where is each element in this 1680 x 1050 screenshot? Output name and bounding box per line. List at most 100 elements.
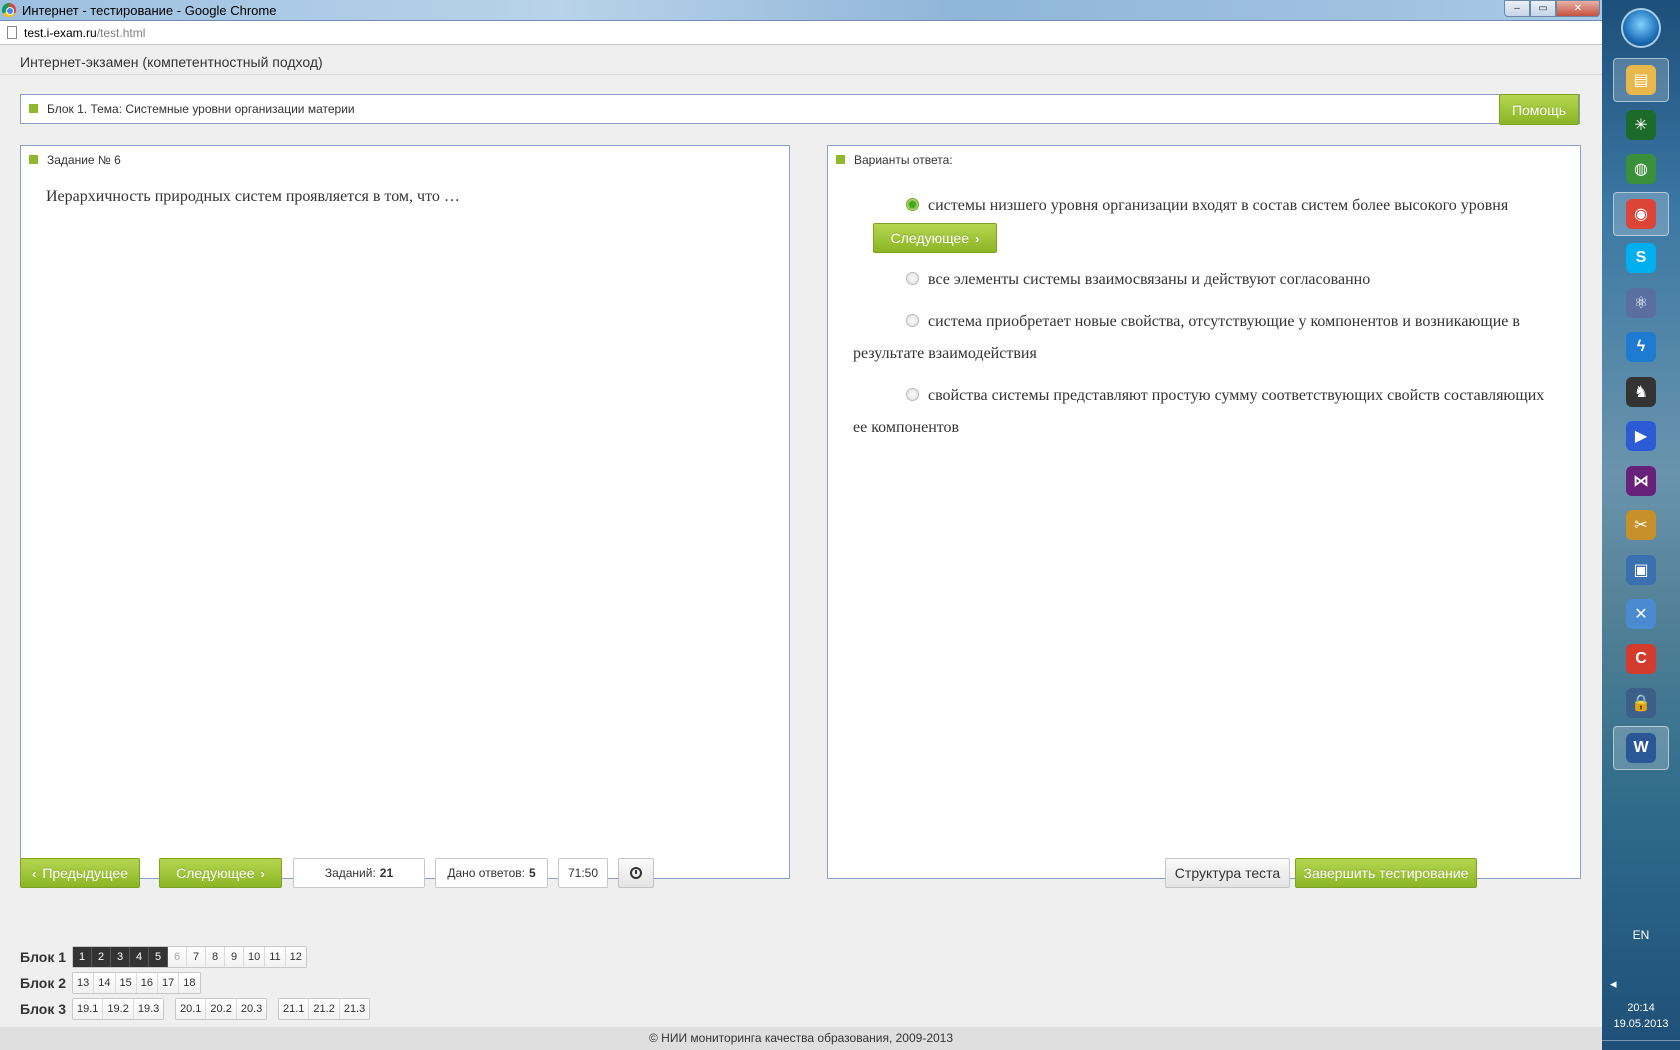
question-nav-item[interactable]: 19.2 xyxy=(103,999,134,1019)
answers-marker-icon xyxy=(836,155,845,164)
taskbar-app-button[interactable]: ▶ xyxy=(1613,414,1669,458)
question-nav-item[interactable]: 19.1 xyxy=(73,999,104,1019)
question-nav-item[interactable]: 15 xyxy=(115,973,137,993)
block-label: Блок 1 xyxy=(20,949,67,965)
radio-selected-icon[interactable] xyxy=(906,198,919,211)
window-controls: ‒ ▭ ✕ xyxy=(1504,0,1600,17)
question-nav-item[interactable]: 18 xyxy=(179,973,200,993)
taskbar-app-button[interactable]: ◉ xyxy=(1613,191,1669,236)
task-marker-icon xyxy=(29,155,38,164)
taskbar-app-button[interactable]: W xyxy=(1613,725,1669,770)
footer-copyright: © НИИ мониторинга качества образования, … xyxy=(0,1027,1602,1050)
address-bar[interactable]: test.i-exam.ru/test.html xyxy=(0,21,1602,45)
taskbar-app-button[interactable]: ⚛ xyxy=(1613,281,1669,325)
question-nav-item[interactable]: 13 xyxy=(73,973,95,993)
question-nav-item[interactable]: 3 xyxy=(111,947,130,967)
block-label: Блок 3 xyxy=(20,1001,67,1017)
inline-next-button[interactable]: Следующее › xyxy=(873,223,997,254)
question-nav-item[interactable]: 17 xyxy=(158,973,180,993)
answer-option[interactable]: свойства системы представляют простую су… xyxy=(853,380,1553,444)
taskbar-app-button[interactable]: ⋈ xyxy=(1613,459,1669,503)
taskbar-app-button[interactable]: S xyxy=(1613,236,1669,280)
question-nav-item[interactable]: 14 xyxy=(94,973,116,993)
question-nav-item[interactable]: 16 xyxy=(136,973,158,993)
question-nav-item[interactable]: 5 xyxy=(149,947,168,967)
question-nav-item[interactable]: 7 xyxy=(187,947,206,967)
shield-tools-icon: ✕ xyxy=(1626,599,1656,629)
tools-app-icon: ✂ xyxy=(1626,510,1656,540)
page-icon xyxy=(7,26,17,39)
radio-icon[interactable] xyxy=(906,314,919,327)
expand-tray-icon[interactable]: ◂ xyxy=(1610,976,1617,991)
answer-options: системы низшего уровня организации входя… xyxy=(853,190,1553,454)
taskbar-app-button[interactable]: C xyxy=(1613,637,1669,681)
answer-text: система приобретает новые свойства, отсу… xyxy=(853,313,1520,362)
exam-page: Интернет-экзамен (компетентностный подхо… xyxy=(0,46,1602,1050)
answer-option[interactable]: системы низшего уровня организации входя… xyxy=(853,190,1553,254)
maximize-button[interactable]: ▭ xyxy=(1530,0,1556,17)
taskbar-app-button[interactable]: ✳ xyxy=(1613,103,1669,147)
question-nav-item[interactable]: 21.3 xyxy=(339,999,370,1019)
clock-time[interactable]: 20:14 xyxy=(1602,1002,1680,1014)
radio-icon[interactable] xyxy=(906,388,919,401)
question-nav-item[interactable]: 4 xyxy=(130,947,149,967)
taskbar-app-button[interactable]: ▤ xyxy=(1613,58,1669,102)
answers-panel: Варианты ответа: системы низшего уровня … xyxy=(827,145,1581,879)
player-app-icon: ▶ xyxy=(1626,421,1656,451)
question-text: Иерархичность природных систем проявляет… xyxy=(46,188,460,205)
answer-option[interactable]: система приобретает новые свойства, отсу… xyxy=(853,306,1553,370)
taskbar-app-button[interactable]: ▣ xyxy=(1613,548,1669,592)
timer-button[interactable] xyxy=(618,858,654,888)
taskbar-app-button[interactable]: 🔒 xyxy=(1613,681,1669,725)
question-group: 1 2 3 4 5 6 7 8 9 10 11 12 xyxy=(72,946,307,968)
finish-test-button[interactable]: Завершить тестирование xyxy=(1295,858,1477,888)
question-nav-item[interactable]: 11 xyxy=(265,947,286,967)
question-nav-item[interactable]: 19.3 xyxy=(133,999,164,1019)
test-structure-button[interactable]: Структура теста xyxy=(1165,858,1290,888)
question-nav-item[interactable]: 12 xyxy=(285,947,306,967)
taskbar-app-button[interactable]: ϟ xyxy=(1613,325,1669,369)
question-nav-item[interactable]: 21.2 xyxy=(309,999,340,1019)
taskbar-app-button[interactable]: ✕ xyxy=(1613,592,1669,636)
question-nav-item[interactable]: 20.3 xyxy=(236,999,267,1019)
next-button[interactable]: Следующее › xyxy=(159,858,282,888)
question-nav-item[interactable]: 2 xyxy=(92,947,111,967)
lock-app-icon: 🔒 xyxy=(1626,688,1656,718)
radio-icon[interactable] xyxy=(906,272,919,285)
chevron-right-icon: › xyxy=(975,230,980,246)
block-label: Блок 2 xyxy=(20,975,67,991)
question-nav-item[interactable]: 8 xyxy=(206,947,225,967)
question-nav-item[interactable]: 20.2 xyxy=(206,999,237,1019)
header-divider xyxy=(0,74,1602,75)
fox-app-icon: ♞ xyxy=(1626,376,1656,407)
taskbar-app-button[interactable]: ✂ xyxy=(1613,503,1669,547)
chevron-right-icon: › xyxy=(260,865,265,881)
start-button[interactable] xyxy=(1621,8,1661,48)
windows-taskbar: ▤ ✳ ◍ ◉ S ⚛ ϟ ♞ ▶ ⋈ ✂ ▣ ✕ C 🔒 W EN ◂ 20:14 19.05.2013 xyxy=(1602,0,1680,1050)
taskbar-app-button[interactable]: ♞ xyxy=(1613,370,1669,414)
answered-count-box: Дано ответов: 5 xyxy=(435,858,548,888)
window-title: Интернет - тестирование - Google Chrome xyxy=(22,3,277,18)
question-nav-item[interactable]: 21.1 xyxy=(279,999,310,1019)
taskbar-app-button[interactable]: ◍ xyxy=(1613,147,1669,191)
show-desktop-button[interactable] xyxy=(1602,1040,1680,1050)
close-button[interactable]: ✕ xyxy=(1556,0,1600,17)
help-button[interactable]: Помощь xyxy=(1499,94,1579,125)
clock-date[interactable]: 19.05.2013 xyxy=(1602,1018,1680,1030)
tray-icons: ◂ xyxy=(1610,976,1617,992)
question-nav-item[interactable]: 9 xyxy=(225,947,244,967)
answer-text: свойства системы представляют простую су… xyxy=(853,387,1545,436)
answer-text: все элементы системы взаимосвязаны и дей… xyxy=(928,271,1371,288)
skype-icon: S xyxy=(1626,243,1656,273)
lightning-app-icon: ϟ xyxy=(1626,332,1656,362)
minimize-button[interactable]: ‒ xyxy=(1504,0,1530,17)
language-indicator[interactable]: EN xyxy=(1602,928,1680,942)
url-text[interactable]: test.i-exam.ru/test.html xyxy=(24,26,145,40)
prev-button[interactable]: ‹ Предыдущее xyxy=(20,858,140,888)
answer-option[interactable]: все элементы системы взаимосвязаны и дей… xyxy=(853,264,1553,296)
question-nav-item[interactable]: 1 xyxy=(73,947,92,967)
question-nav-item[interactable]: 6 xyxy=(168,947,187,967)
question-nav-item[interactable]: 20.1 xyxy=(176,999,207,1019)
question-nav-item[interactable]: 10 xyxy=(244,947,266,967)
exam-title: Интернет-экзамен (компетентностный подхо… xyxy=(20,54,323,70)
